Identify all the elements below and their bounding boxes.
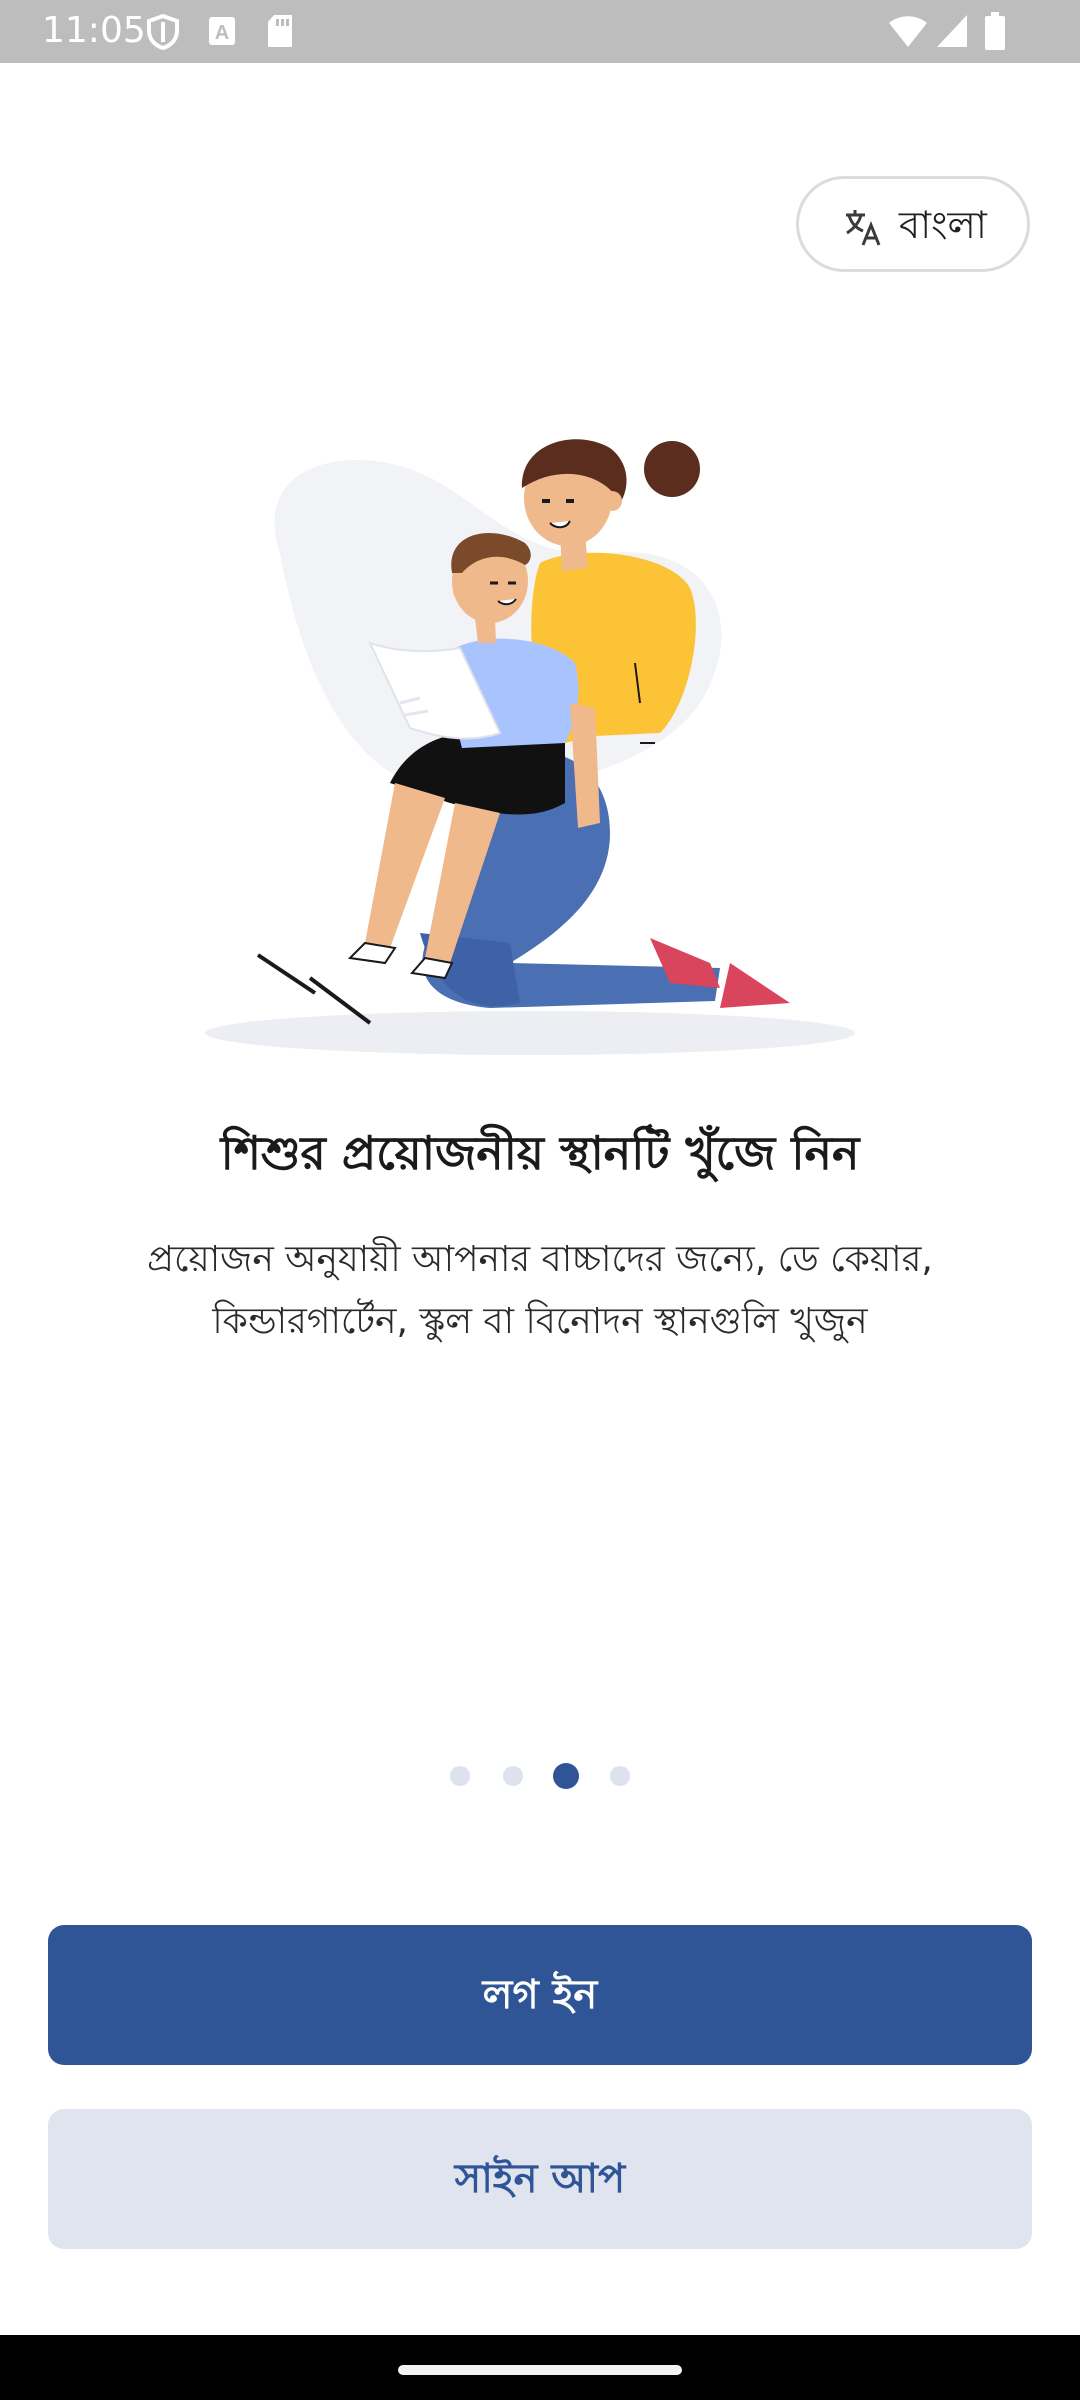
- status-bar: 11:05 A: [0, 0, 1080, 63]
- page-dot-4[interactable]: [610, 1766, 630, 1786]
- shield-icon: [147, 14, 179, 50]
- onboarding-description: প্রয়োজন অনুযায়ী আপনার বাচ্চাদের জন্যে,…: [147, 1239, 933, 1342]
- onboarding-title: শিশুর প্রয়োজনীয় স্থানটি খুঁজে নিন: [220, 1126, 860, 1180]
- status-time: 11:05: [42, 10, 146, 51]
- login-button[interactable]: লগ ইন: [48, 1925, 1032, 2065]
- mother-reading-with-child-illustration: [205, 439, 855, 1055]
- battery-icon: [985, 12, 1005, 50]
- onboarding-screen: বাংলা শিশুর প্রয়োজনীয় স্থানটি খুঁজে নি…: [0, 63, 1080, 2335]
- page-indicator: [440, 1756, 640, 1796]
- wifi-icon: [889, 16, 927, 47]
- translate-icon: [846, 210, 881, 246]
- page-dot-3-active[interactable]: [553, 1763, 579, 1789]
- a-notification-icon: A: [209, 17, 235, 45]
- language-label: বাংলা: [899, 203, 987, 247]
- cellular-signal-icon: [937, 15, 967, 47]
- navigation-bar: [0, 2335, 1080, 2400]
- home-indicator[interactable]: [398, 2365, 682, 2375]
- signup-button[interactable]: সাইন আপ: [48, 2109, 1032, 2249]
- svg-text:A: A: [215, 22, 229, 44]
- page-dot-2[interactable]: [503, 1766, 523, 1786]
- page-dot-1[interactable]: [450, 1766, 470, 1786]
- sd-card-icon: [268, 15, 292, 47]
- language-selector-button[interactable]: বাংলা: [796, 176, 1030, 272]
